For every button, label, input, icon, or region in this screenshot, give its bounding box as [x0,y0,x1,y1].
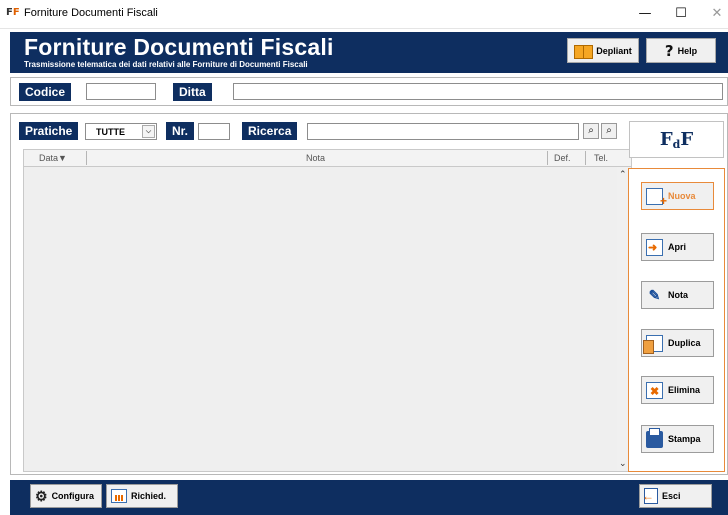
stampa-label: Stampa [668,434,701,444]
gear-icon: ⚙ [35,487,48,504]
apri-label: Apri [668,242,686,252]
configura-button[interactable]: ⚙ Configura [30,484,102,508]
grid-header: Data▼ Nota Def. Tel. [24,150,631,167]
ricerca-field[interactable] [307,123,579,140]
richied-button[interactable]: Richied. [106,484,178,508]
esci-button[interactable]: Esci [639,484,712,508]
esci-label: Esci [662,491,681,501]
column-data[interactable]: Data▼ [39,153,67,163]
ditta-field[interactable] [233,83,723,100]
delete-icon [646,381,663,399]
duplica-button[interactable]: Duplica [641,329,714,357]
close-button[interactable]: ✕ [699,0,728,29]
open-document-icon [646,238,663,256]
help-button[interactable]: ? Help [646,38,716,63]
richied-label: Richied. [131,491,167,501]
nuova-button[interactable]: Nuova [641,182,714,210]
scroll-up-icon[interactable]: ⌃ [619,169,627,180]
pratiche-label: Pratiche [19,122,79,140]
ditta-label: Ditta [173,83,212,101]
duplica-label: Duplica [668,338,701,348]
configura-label: Configura [51,491,95,501]
pratiche-grid[interactable]: Data▼ Nota Def. Tel. ⌃ ⌄ [23,149,632,472]
pin-icon: ✎ [648,286,661,303]
nr-field[interactable] [198,123,230,140]
elimina-button[interactable]: Elimina [641,376,714,404]
codice-field[interactable] [86,83,156,100]
nr-label: Nr. [166,122,195,140]
pratiche-select[interactable]: TUTTE ⌵ [85,123,157,140]
title-bar: FF Forniture Documenti Fiscali — ☐ ✕ [0,0,728,29]
advanced-search-icon[interactable]: ⌕ [601,123,617,139]
column-divider [86,151,87,165]
codice-label: Codice [19,83,72,101]
depliant-button[interactable]: Depliant [567,38,639,63]
search-icon[interactable]: ⌕ [583,123,599,139]
pratiche-panel: Pratiche TUTTE ⌵ Nr. Ricerca ⌕ ⌕ Data▼ N… [10,113,728,475]
nota-button[interactable]: ✎ Nota [641,281,714,309]
minimize-button[interactable]: — [627,0,663,29]
pratiche-selected: TUTTE [96,127,125,137]
column-def[interactable]: Def. [554,153,571,163]
nota-label: Nota [668,290,688,300]
actions-panel: Nuova Apri ✎ Nota Duplica Elimina Stampa [628,168,725,472]
codice-ditta-row: Codice Ditta [10,77,728,106]
help-label: Help [677,45,698,56]
depliant-label: Depliant [596,45,632,56]
page-subtitle: Trasmissione telematica dei dati relativ… [24,60,308,69]
chevron-down-icon[interactable]: ⌵ [142,125,155,138]
column-divider [547,151,548,165]
maximize-button[interactable]: ☐ [663,0,699,29]
ricerca-label: Ricerca [242,122,298,140]
elimina-label: Elimina [668,385,701,395]
stampa-button[interactable]: Stampa [641,425,714,453]
scroll-down-icon[interactable]: ⌄ [619,458,627,469]
fdf-logo: FdF [629,121,724,158]
nuova-label: Nuova [668,191,696,201]
app-icon: FF [6,7,20,18]
printer-icon [646,427,663,448]
copy-icon [643,334,663,354]
apri-button[interactable]: Apri [641,233,714,261]
new-document-icon [646,187,667,208]
footer-bar: ⚙ Configura Richied. Esci [10,480,728,515]
window-title: Forniture Documenti Fiscali [24,7,158,19]
sort-desc-icon: ▼ [58,153,67,163]
question-icon: ? [664,41,674,60]
chart-icon [111,489,127,503]
page-title: Forniture Documenti Fiscali [24,34,334,60]
book-icon [574,44,594,59]
column-divider [585,151,586,165]
column-nota[interactable]: Nota [306,153,325,163]
header-banner: Forniture Documenti Fiscali Trasmissione… [10,32,728,73]
exit-icon [642,488,658,504]
column-tel[interactable]: Tel. [594,153,608,163]
